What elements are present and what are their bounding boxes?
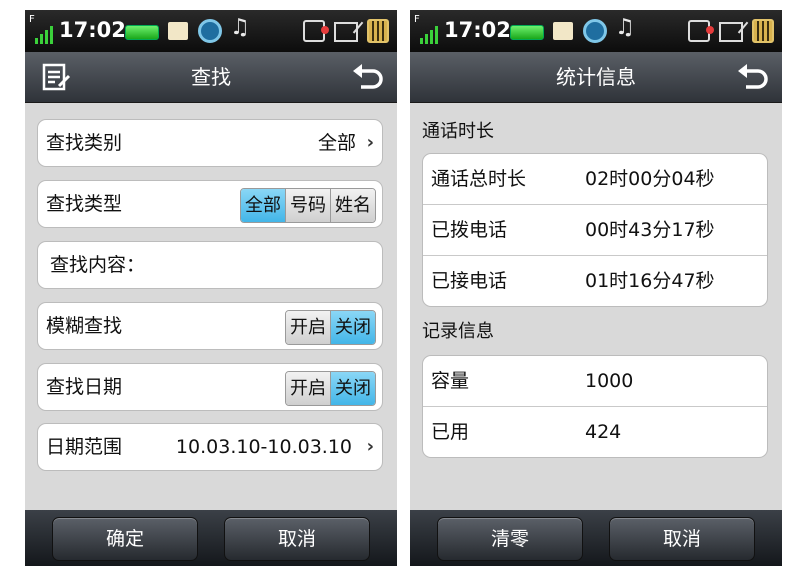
total-call-duration-value: 02时00分04秒 bbox=[585, 168, 715, 190]
fuzzy-search-off[interactable]: 关闭 bbox=[330, 311, 375, 344]
used-value: 424 bbox=[585, 421, 622, 443]
search-category-label: 查找类别 bbox=[46, 132, 123, 154]
alarm-icon bbox=[198, 19, 222, 43]
capacity-row: 容量 1000 bbox=[423, 356, 767, 406]
music-icon: ♫ bbox=[615, 15, 635, 40]
received-calls-value: 01时16分47秒 bbox=[585, 270, 715, 292]
search-category-row[interactable]: 查找类别 全部 › bbox=[37, 119, 383, 167]
search-type-number[interactable]: 号码 bbox=[285, 189, 330, 222]
date-range-value: 10.03.10-10.03.10 bbox=[175, 436, 352, 458]
network-indicator: F bbox=[414, 14, 420, 25]
used-row: 已用 424 bbox=[423, 406, 767, 457]
used-label: 已用 bbox=[431, 421, 470, 443]
sim-card-icon bbox=[688, 20, 714, 42]
battery-icon bbox=[510, 25, 544, 40]
search-date-off[interactable]: 关闭 bbox=[330, 372, 375, 405]
dialed-calls-label: 已拨电话 bbox=[431, 219, 508, 241]
chevron-right-icon: › bbox=[366, 436, 374, 457]
statistics-content: 通话时长 通话总时长 02时00分04秒 已拨电话 00时43分17秒 已接电话… bbox=[410, 103, 782, 510]
search-content-field[interactable]: 查找内容： bbox=[37, 241, 383, 289]
call-duration-group: 通话总时长 02时00分04秒 已拨电话 00时43分17秒 已接电话 01时1… bbox=[422, 153, 768, 307]
network-indicator: F bbox=[29, 14, 35, 25]
chevron-right-icon: › bbox=[366, 132, 374, 153]
search-date-on[interactable]: 开启 bbox=[286, 372, 330, 405]
back-icon[interactable] bbox=[351, 62, 385, 92]
message-icon bbox=[168, 22, 188, 40]
fuzzy-search-on[interactable]: 开启 bbox=[286, 311, 330, 344]
search-screen: F 17:02 ♫ 查找 查找类别 全部 › 查找类型 全部 号码 姓名 查找内… bbox=[25, 10, 397, 566]
search-category-value: 全部 bbox=[317, 132, 356, 154]
cancel-button[interactable]: 取消 bbox=[609, 517, 755, 561]
record-info-heading: 记录信息 bbox=[422, 321, 494, 342]
received-calls-label: 已接电话 bbox=[431, 270, 508, 292]
search-date-toggle: 开启 关闭 bbox=[285, 371, 376, 406]
capacity-label: 容量 bbox=[431, 370, 470, 392]
bottom-bar: 清零 取消 bbox=[410, 510, 782, 566]
received-calls-row: 已接电话 01时16分47秒 bbox=[423, 255, 767, 306]
storage-icon bbox=[367, 19, 389, 43]
dialed-calls-row: 已拨电话 00时43分17秒 bbox=[423, 204, 767, 255]
clock-time: 17:02 bbox=[444, 18, 511, 42]
title-bar: 查找 bbox=[25, 52, 397, 103]
clear-button[interactable]: 清零 bbox=[437, 517, 583, 561]
page-title: 查找 bbox=[191, 65, 231, 89]
total-call-duration-label: 通话总时长 bbox=[431, 168, 527, 190]
title-bar: 统计信息 bbox=[410, 52, 782, 103]
search-form: 查找类别 全部 › 查找类型 全部 号码 姓名 查找内容： 模糊查找 开启 关闭… bbox=[25, 103, 397, 510]
search-content-label: 查找内容： bbox=[50, 254, 146, 276]
page-title: 统计信息 bbox=[556, 65, 636, 89]
statistics-screen: F 17:02 ♫ 统计信息 通话时长 通话总时长 02时00分04秒 已拨电话… bbox=[410, 10, 782, 566]
search-date-label: 查找日期 bbox=[46, 376, 123, 398]
fuzzy-search-toggle: 开启 关闭 bbox=[285, 310, 376, 345]
status-bar: F 17:02 ♫ bbox=[25, 10, 397, 52]
fuzzy-search-row: 模糊查找 开启 关闭 bbox=[37, 302, 383, 350]
cancel-button[interactable]: 取消 bbox=[224, 517, 370, 561]
sd-card-icon bbox=[334, 22, 358, 42]
search-type-label: 查找类型 bbox=[46, 193, 123, 215]
bottom-bar: 确定 取消 bbox=[25, 510, 397, 566]
status-bar: F 17:02 ♫ bbox=[410, 10, 782, 52]
confirm-button[interactable]: 确定 bbox=[52, 517, 198, 561]
alarm-icon bbox=[583, 19, 607, 43]
call-duration-heading: 通话时长 bbox=[422, 121, 494, 142]
sd-card-icon bbox=[719, 22, 743, 42]
search-type-segmented: 全部 号码 姓名 bbox=[240, 188, 376, 223]
fuzzy-search-label: 模糊查找 bbox=[46, 315, 123, 337]
storage-icon bbox=[752, 19, 774, 43]
message-icon bbox=[553, 22, 573, 40]
date-range-label: 日期范围 bbox=[46, 436, 123, 458]
record-info-group: 容量 1000 已用 424 bbox=[422, 355, 768, 458]
music-icon: ♫ bbox=[230, 15, 250, 40]
signal-icon: F bbox=[29, 14, 59, 44]
search-type-row: 查找类型 全部 号码 姓名 bbox=[37, 180, 383, 228]
back-icon[interactable] bbox=[736, 62, 770, 92]
capacity-value: 1000 bbox=[585, 370, 634, 392]
battery-icon bbox=[125, 25, 159, 40]
date-range-row[interactable]: 日期范围 10.03.10-10.03.10 › bbox=[37, 423, 383, 471]
sim-card-icon bbox=[303, 20, 329, 42]
search-date-row: 查找日期 开启 关闭 bbox=[37, 363, 383, 411]
signal-icon: F bbox=[414, 14, 444, 44]
clock-time: 17:02 bbox=[59, 18, 126, 42]
search-type-name[interactable]: 姓名 bbox=[330, 189, 375, 222]
dialed-calls-value: 00时43分17秒 bbox=[585, 219, 715, 241]
total-call-duration-row: 通话总时长 02时00分04秒 bbox=[423, 154, 767, 204]
search-type-all[interactable]: 全部 bbox=[241, 189, 285, 222]
